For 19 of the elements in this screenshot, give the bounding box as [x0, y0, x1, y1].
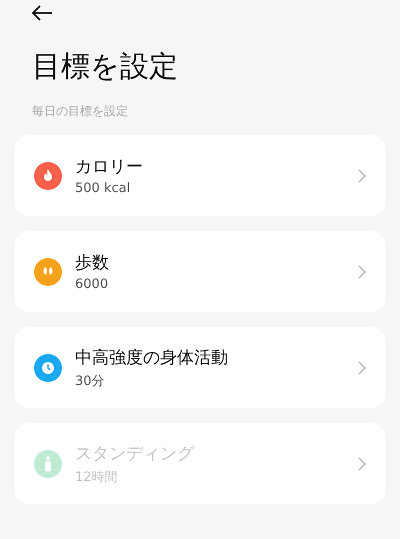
goal-value: 30分: [75, 372, 106, 390]
goal-card[interactable]: 歩数 6000: [14, 231, 386, 312]
back-button[interactable]: [31, 4, 55, 22]
chevron-right-icon: [358, 168, 366, 182]
goal-value: 12時間: [75, 468, 119, 486]
chevron-right-icon: [358, 456, 366, 470]
goal-value: 500 kcal: [75, 181, 132, 196]
goal-name: 歩数: [75, 252, 110, 274]
goal-card[interactable]: カロリー 500 kcal: [14, 135, 386, 216]
page-title: 目標を設定: [32, 48, 179, 84]
goal-card[interactable]: 中高強度の身体活動 30分: [14, 327, 386, 408]
goal-name: カロリー: [75, 156, 144, 178]
goal-name: スタンディング: [75, 442, 196, 464]
goal-name: 中高強度の身体活動: [75, 346, 229, 368]
chevron-right-icon: [358, 264, 366, 278]
chevron-right-icon: [358, 360, 366, 374]
goal-value: 6000: [75, 277, 110, 292]
section-subtitle: 毎日の目標を設定: [32, 103, 129, 120]
back-arrow-icon: [31, 5, 53, 21]
